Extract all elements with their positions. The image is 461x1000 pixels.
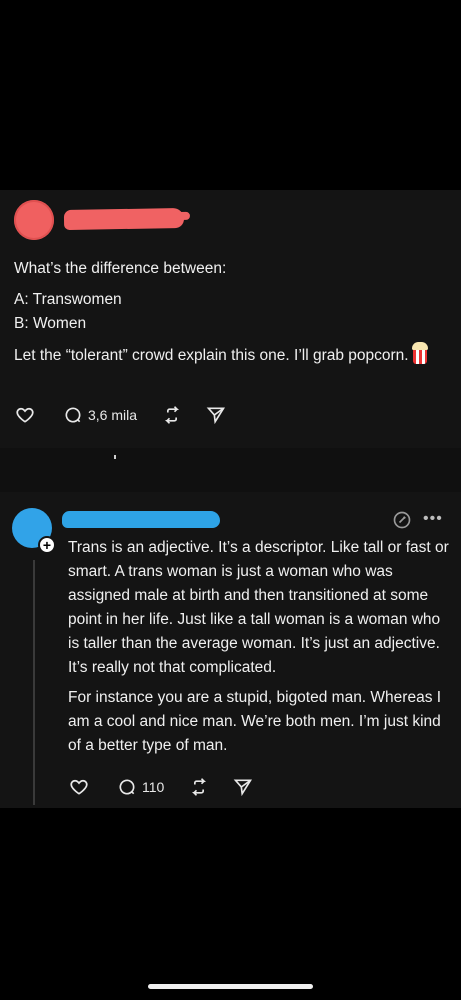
reply-count: 3,6 mila: [88, 407, 138, 423]
redacted-username: [62, 511, 220, 528]
post-text-option-a: A: Transwomen: [14, 291, 122, 308]
reply-button[interactable]: 110: [116, 776, 164, 798]
heart-icon[interactable]: [68, 776, 90, 798]
edit-icon[interactable]: [392, 510, 412, 530]
thread-line: [33, 560, 35, 805]
repost-icon[interactable]: [188, 776, 210, 798]
send-icon[interactable]: [205, 404, 227, 426]
comment-icon: [116, 776, 138, 798]
reply-button[interactable]: 3,6 mila: [62, 404, 137, 426]
post-actions: 3,6 mila: [14, 404, 227, 426]
repost-icon[interactable]: [161, 404, 183, 426]
post-text-body: Let the “tolerant” crowd explain this on…: [14, 342, 434, 368]
separator: [0, 448, 461, 492]
reply-count: 110: [142, 779, 165, 795]
follow-plus-icon[interactable]: +: [38, 536, 56, 554]
post-body-text: Let the “tolerant” crowd explain this on…: [14, 347, 409, 364]
reply-paragraph-2: For instance you are a stupid, bigoted m…: [68, 689, 442, 754]
screen: What’s the difference between: A: Transw…: [0, 0, 461, 1000]
reply-paragraph-1: Trans is an adjective. It’s a descriptor…: [68, 539, 449, 676]
comment-icon: [62, 404, 84, 426]
avatar[interactable]: [14, 200, 54, 240]
more-icon[interactable]: •••: [423, 511, 447, 527]
home-indicator[interactable]: [148, 984, 313, 989]
popcorn-icon: [411, 342, 428, 364]
heart-icon[interactable]: [14, 404, 36, 426]
send-icon[interactable]: [232, 776, 254, 798]
redacted-username: [63, 207, 185, 231]
reply-actions: 110: [68, 776, 254, 798]
post-text-question: What’s the difference between:: [14, 260, 227, 277]
post-text-option-b: B: Women: [14, 315, 87, 332]
separator-mark: [114, 455, 116, 459]
